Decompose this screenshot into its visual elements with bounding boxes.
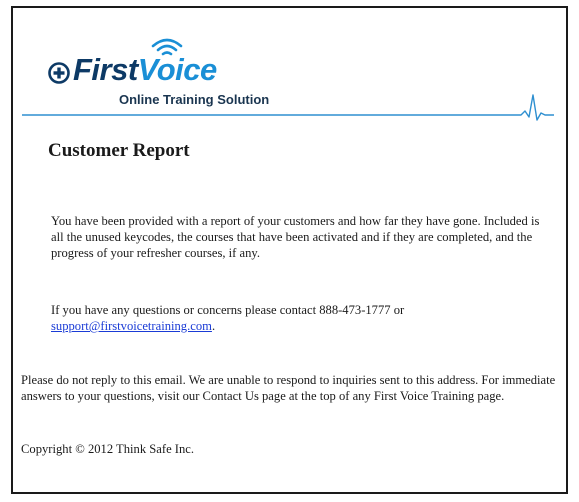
copyright-text: Copyright © 2012 Think Safe Inc.: [21, 442, 195, 456]
heartbeat-pulse-icon: [22, 94, 554, 121]
contact-paragraph: If you have any questions or concerns pl…: [51, 302, 531, 334]
brand-word-first: First: [73, 52, 138, 87]
support-email-link[interactable]: support@firstvoicetraining.com: [51, 319, 212, 333]
intro-paragraph: You have been provided with a report of …: [51, 214, 540, 260]
report-title: Customer Report: [48, 140, 190, 161]
contact-text: If you have any questions or concerns pl…: [51, 303, 405, 317]
plus-badge-icon: [48, 62, 70, 84]
contact-period: .: [211, 319, 216, 333]
brand-word-second: Voice: [137, 52, 218, 87]
no-reply-notice: Please do not reply to this email. We ar…: [21, 373, 556, 403]
brand-wordmark: FirstVoice: [73, 50, 217, 90]
